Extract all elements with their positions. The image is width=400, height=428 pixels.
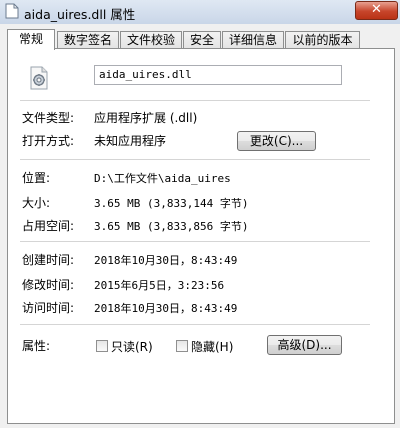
properties-panel [7,48,395,424]
opens-with-value: 未知应用程序 [94,134,167,148]
divider [20,159,370,160]
hidden-checkbox-label[interactable]: 隐藏(H) [191,338,233,355]
disk-size-label: 占用空间: [22,219,75,233]
accessed-value: 2018年10月30日，8:43:49 [94,302,238,315]
location-value: D:\工作文件\aida_uires [94,172,231,185]
tab-security[interactable]: 安全 [183,31,221,49]
accessed-label: 访问时间: [22,301,75,315]
location-label: 位置: [22,171,51,185]
tab-general[interactable]: 常规 [7,29,55,50]
size-label: 大小: [22,196,51,210]
size-value: 3.65 MB (3,833,144 字节) [94,197,249,210]
file-type-label: 文件类型: [22,111,75,125]
modified-label: 修改时间: [22,278,75,292]
window-title: aida_uires.dll 属性 [24,7,136,22]
created-label: 创建时间: [22,253,75,267]
opens-with-label: 打开方式: [22,134,75,148]
dll-gear-icon [30,66,48,90]
modified-value: 2015年6月5日，3:23:56 [94,279,225,292]
file-name-field[interactable]: aida_uires.dll [94,65,342,85]
readonly-checkbox[interactable] [96,340,108,352]
divider [20,324,370,325]
tab-details[interactable]: 详细信息 [222,31,284,49]
tab-previous-versions[interactable]: 以前的版本 [285,31,360,49]
advanced-button[interactable]: 高级(D)... [267,335,342,355]
divider [20,241,370,242]
attributes-label: 属性: [22,339,51,353]
tab-file-checksum[interactable]: 文件校验 [120,31,182,49]
hidden-checkbox[interactable] [176,340,188,352]
file-type-value: 应用程序扩展 (.dll) [94,111,198,125]
tab-digital-signature[interactable]: 数字签名 [57,31,119,49]
disk-size-value: 3.65 MB (3,833,856 字节) [94,220,249,233]
divider [20,100,370,101]
close-button[interactable]: ✕ [355,1,398,20]
title-bar: aida_uires.dll 属性 ✕ [0,0,400,24]
tab-strip: 常规 数字签名 文件校验 安全 详细信息 以前的版本 [7,29,395,50]
change-button[interactable]: 更改(C)... [237,131,316,151]
readonly-checkbox-label[interactable]: 只读(R) [111,338,153,355]
created-value: 2018年10月30日，8:43:49 [94,254,238,267]
document-icon [5,3,19,19]
